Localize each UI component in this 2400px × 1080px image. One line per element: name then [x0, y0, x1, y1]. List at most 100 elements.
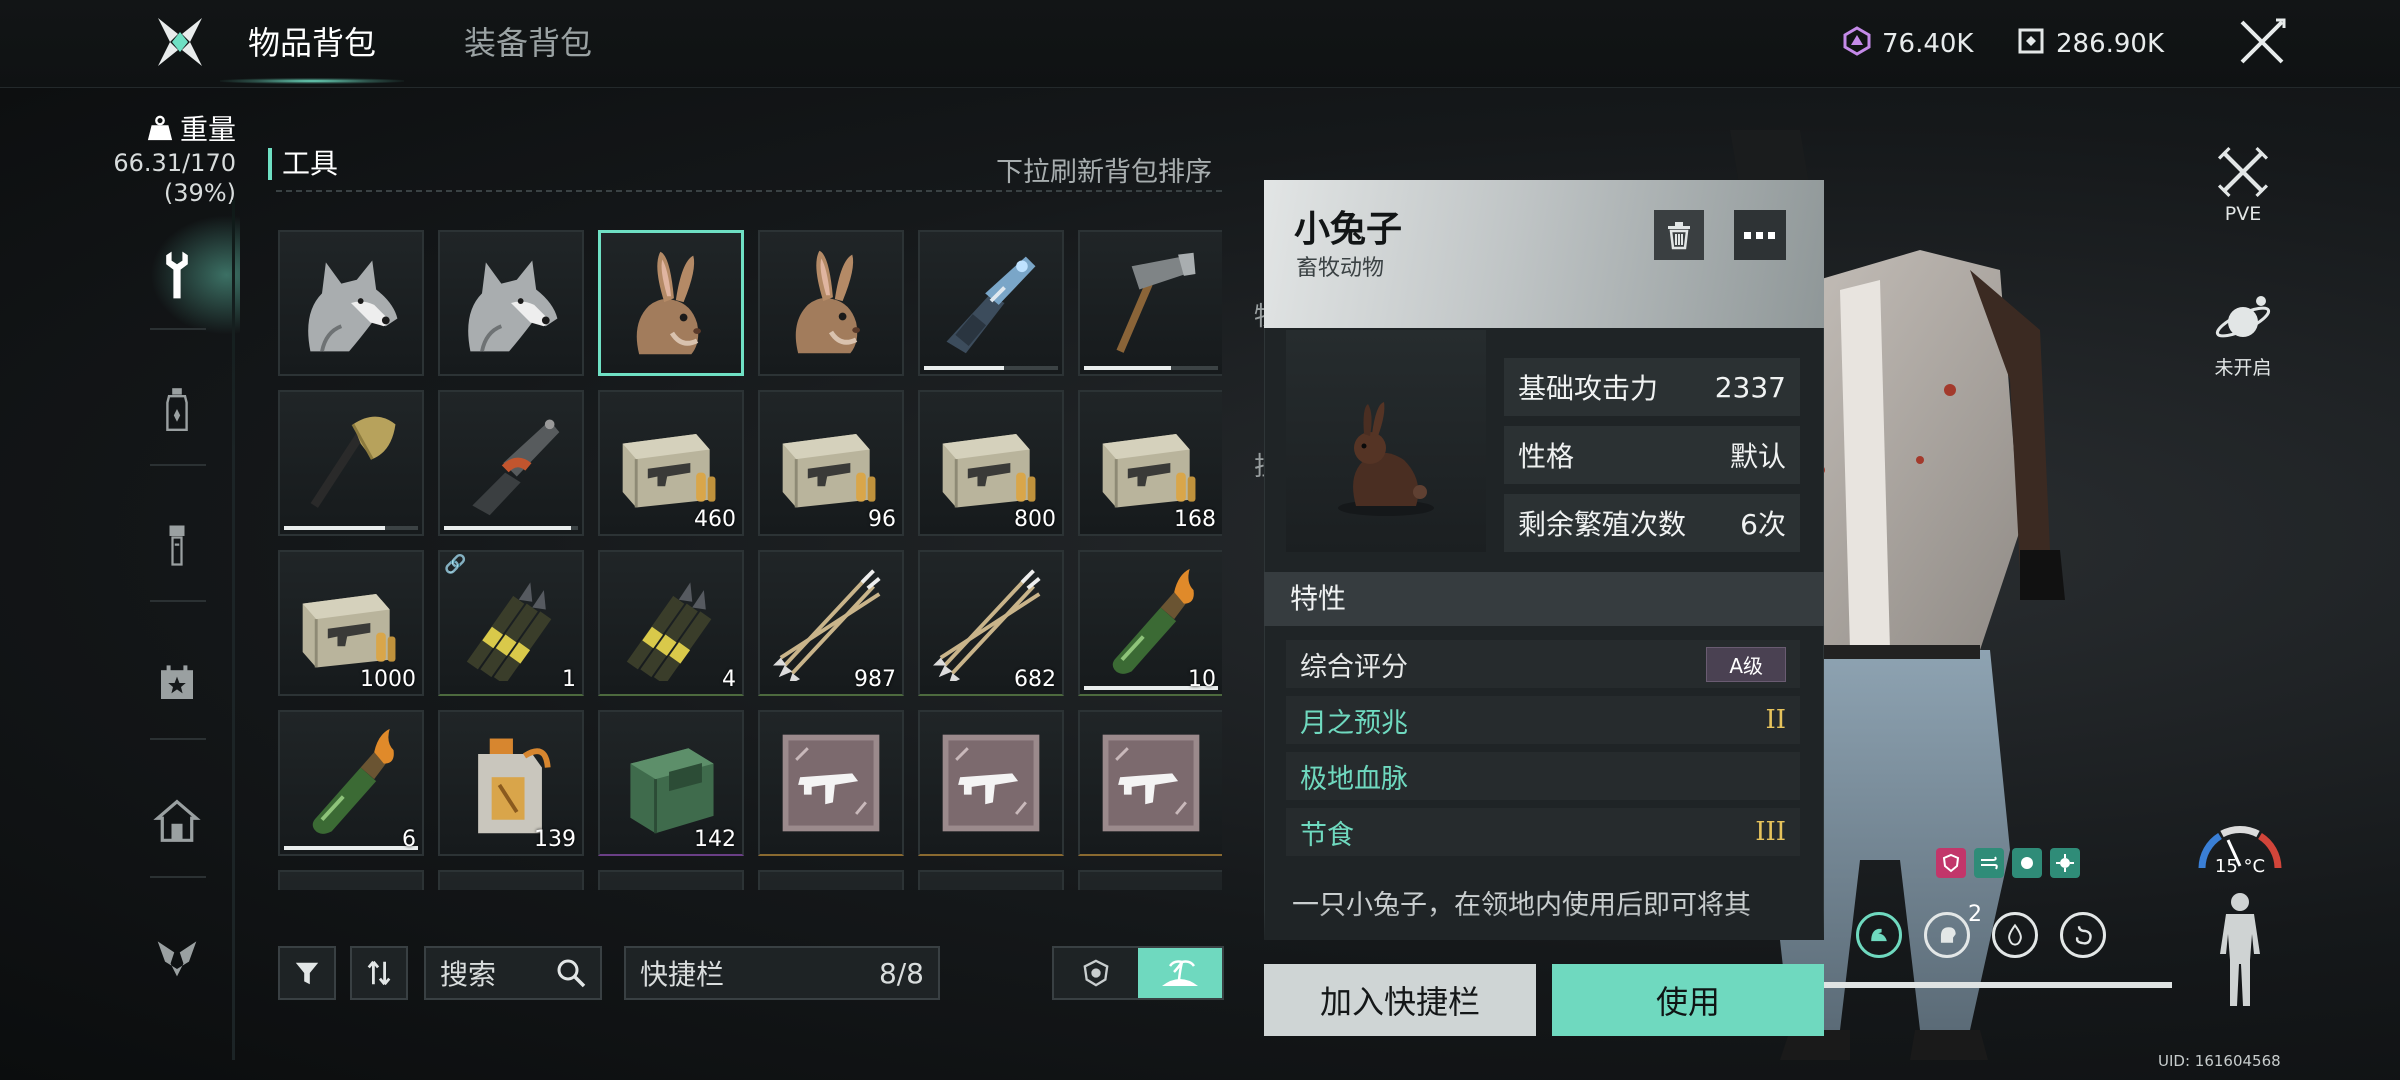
inventory-slot[interactable]: 4 [598, 550, 744, 696]
inventory-slot[interactable] [758, 710, 904, 856]
inventory-slot[interactable] [278, 390, 424, 536]
pve-mode-button[interactable]: PVE [2204, 146, 2282, 225]
sidebar-separator [150, 738, 206, 740]
item-count: 10 [1188, 667, 1216, 692]
crystal-currency-icon [1842, 25, 1872, 63]
crossed-swords-icon [2217, 146, 2269, 198]
calendar-star-icon [161, 665, 193, 699]
category-divider [276, 190, 1222, 192]
inventory-slot[interactable]: 6 [278, 710, 424, 856]
sidebar-separator [150, 600, 206, 602]
weight-percent: (39%) [163, 179, 236, 207]
category-building[interactable] [146, 790, 208, 852]
item-count: 682 [1014, 667, 1056, 692]
badge-icon [1083, 959, 1109, 987]
trait-row[interactable]: 月之预兆 II [1286, 696, 1800, 744]
trait-row[interactable]: 节食 III [1286, 808, 1800, 856]
trait-level: III [1755, 817, 1786, 847]
inventory-slot[interactable] [438, 230, 584, 376]
item-count: 987 [854, 667, 896, 692]
trait-name: 节食 [1300, 819, 1354, 851]
inventory-slot[interactable]: 460 [598, 390, 744, 536]
durability-bar [444, 526, 572, 530]
category-devices[interactable] [146, 514, 208, 576]
overall-rating-row: 综合评分 A级 [1286, 640, 1800, 688]
trait-name: 极地血脉 [1300, 763, 1408, 795]
inventory-slot[interactable]: 139 [438, 710, 584, 856]
more-options-button[interactable] [1734, 210, 1786, 260]
filter-button[interactable] [278, 946, 336, 1000]
planet-status-label: 未开启 [2214, 357, 2272, 379]
trait-name: 月之预兆 [1300, 707, 1408, 739]
inventory-slot[interactable]: 96 [758, 390, 904, 536]
inventory-slot[interactable]: 1000 [278, 550, 424, 696]
trait-row[interactable]: 极地血脉 [1286, 752, 1800, 800]
trait-level: II [1765, 705, 1786, 735]
attr-value: 2337 [1714, 370, 1786, 404]
inventory-slot[interactable]: 682 [918, 550, 1064, 696]
shield-effect-icon [1936, 848, 1966, 878]
item-type: 畜牧动物 [1296, 256, 1385, 281]
durability-bar [924, 366, 1005, 370]
inventory-slot[interactable] [758, 870, 904, 890]
category-special[interactable] [146, 926, 208, 988]
inventory-slot[interactable]: 800 [918, 390, 1064, 536]
inventory-slot[interactable] [278, 870, 424, 890]
inventory-slot[interactable]: 10 [1078, 550, 1222, 696]
hotbar-label: 快捷栏 [640, 958, 725, 991]
stamina-bar [1820, 982, 2172, 988]
use-button[interactable]: 使用 [1552, 964, 1824, 1036]
inventory-slot[interactable] [758, 230, 904, 376]
toggle-territory[interactable] [1138, 948, 1222, 998]
tab-item-bag[interactable]: 物品背包 [219, 18, 405, 84]
user-id: UID: 161604568 [2158, 1052, 2281, 1070]
bottle-icon [166, 388, 188, 431]
inventory-slot[interactable] [918, 230, 1064, 376]
planet-icon [2215, 296, 2271, 338]
inventory-slot[interactable] [1078, 710, 1222, 856]
inventory-slot[interactable]: 987 [758, 550, 904, 696]
inventory-slot[interactable] [918, 710, 1064, 856]
toggle-personal[interactable] [1054, 948, 1138, 998]
item-name: 小兔子 [1294, 209, 1403, 250]
inventory-slot[interactable] [278, 230, 424, 376]
inventory-slot[interactable] [918, 870, 1064, 890]
sort-button[interactable] [350, 946, 408, 1000]
inventory-slot[interactable]: 168 [1078, 390, 1222, 536]
sort-arrows-icon [367, 960, 391, 986]
virus-effect-icon [2050, 848, 2080, 878]
hotbar-button[interactable]: 快捷栏 8/8 [624, 946, 940, 1000]
weight-panel: 重量 66.31/170 (39%) [86, 108, 236, 208]
game-logo-icon [150, 12, 210, 72]
inventory-slot[interactable] [598, 230, 744, 376]
item-count: 168 [1174, 507, 1216, 532]
inventory-slot[interactable] [1078, 230, 1222, 376]
category-consumables[interactable] [146, 378, 208, 440]
sort-hint-text: 下拉刷新背包排序 [996, 157, 1212, 188]
close-button[interactable] [2236, 16, 2288, 68]
close-x-icon [2240, 18, 2286, 64]
item-portrait [1286, 330, 1486, 552]
inventory-slot[interactable] [438, 870, 584, 890]
item-count: 1 [562, 667, 576, 692]
body-status-icon[interactable] [2214, 890, 2266, 1010]
water-drop-icon [1992, 912, 2038, 958]
delete-button[interactable] [1654, 210, 1704, 260]
inventory-slot[interactable] [438, 390, 584, 536]
durability-bar [284, 526, 385, 530]
personality-attribute-row: 性格 默认 [1504, 426, 1800, 484]
planet-button[interactable]: 未开启 [2204, 292, 2282, 380]
traits-header: 特性 [1264, 572, 1824, 626]
inventory-slot[interactable] [598, 870, 744, 890]
temperature-value: 15 °C [2214, 856, 2266, 877]
add-to-hotbar-button[interactable]: 加入快捷栏 [1264, 964, 1536, 1036]
category-tools[interactable] [146, 244, 208, 306]
item-count: 96 [868, 507, 896, 532]
search-input[interactable]: 搜索 [424, 946, 602, 1000]
category-title: 工具 [268, 148, 338, 180]
inventory-slot[interactable]: 🔗 1 [438, 550, 584, 696]
category-events[interactable] [146, 652, 208, 714]
tab-equipment-bag[interactable]: 装备背包 [464, 18, 592, 68]
inventory-slot[interactable]: 142 [598, 710, 744, 856]
inventory-slot[interactable] [1078, 870, 1222, 890]
